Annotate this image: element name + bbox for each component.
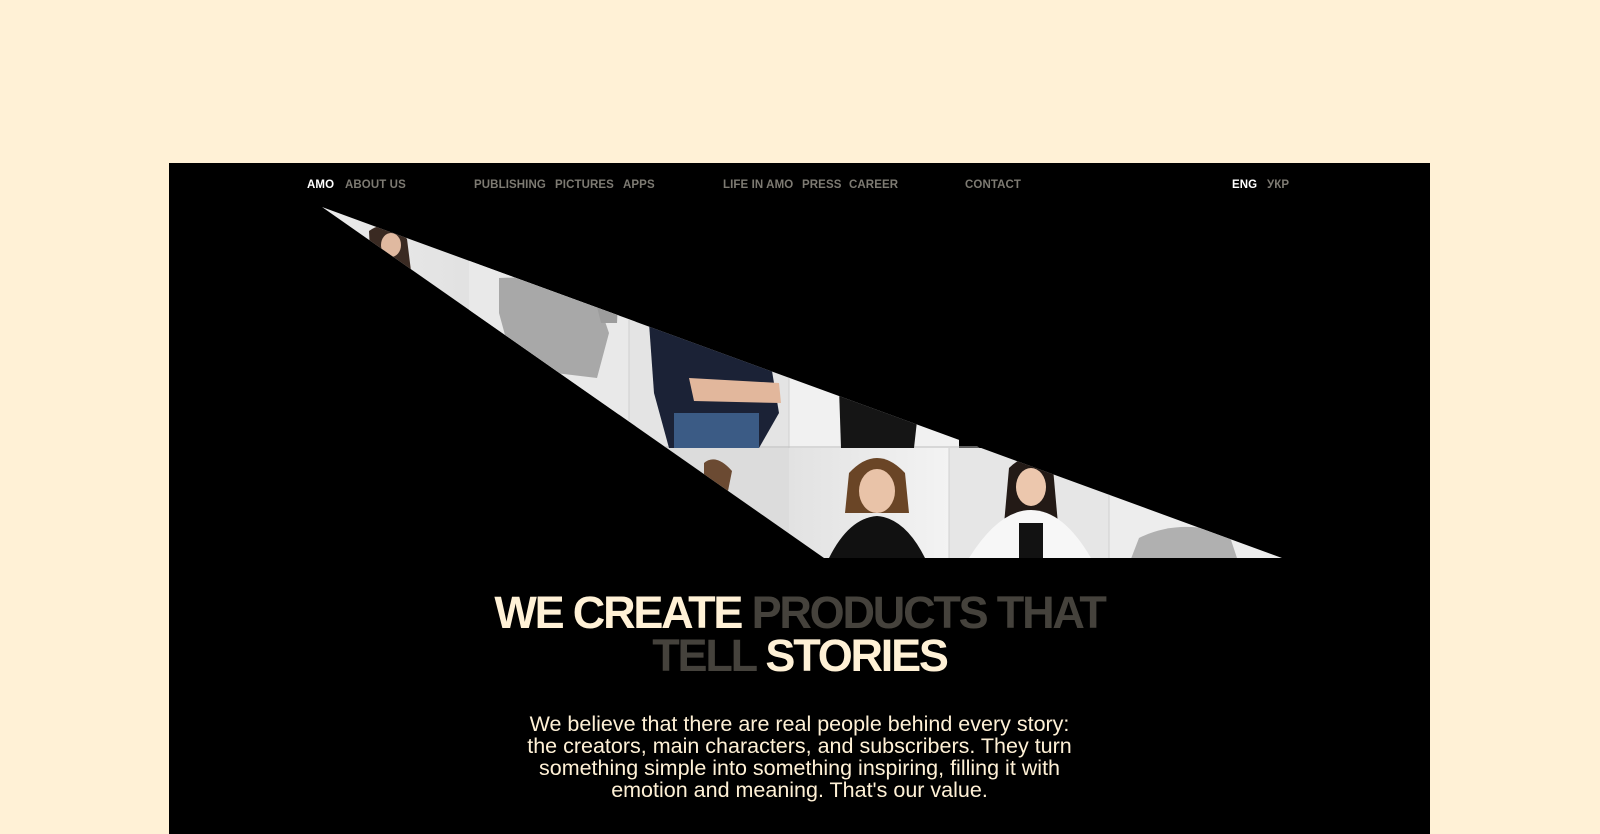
hero-lead-paragraph: We believe that there are real people be… bbox=[169, 713, 1430, 801]
lead-line: something simple into something inspirin… bbox=[538, 756, 1061, 780]
lead-line: We believe that there are real people be… bbox=[529, 712, 1070, 736]
lead-line: emotion and meaning. That's our value. bbox=[611, 778, 988, 802]
headline-stories: STORIES bbox=[765, 630, 949, 681]
team-photo-strip bbox=[322, 207, 1282, 558]
lead-line: the creators, main characters, and subsc… bbox=[527, 734, 1072, 758]
hero-frame: AMO ABOUT US PUBLISHING PICTURES APPS LI… bbox=[169, 163, 1430, 834]
headline-tell: TELL bbox=[652, 630, 757, 681]
hero-headline: WE CREATE PRODUCTS THAT TELL STORIES bbox=[169, 590, 1430, 678]
